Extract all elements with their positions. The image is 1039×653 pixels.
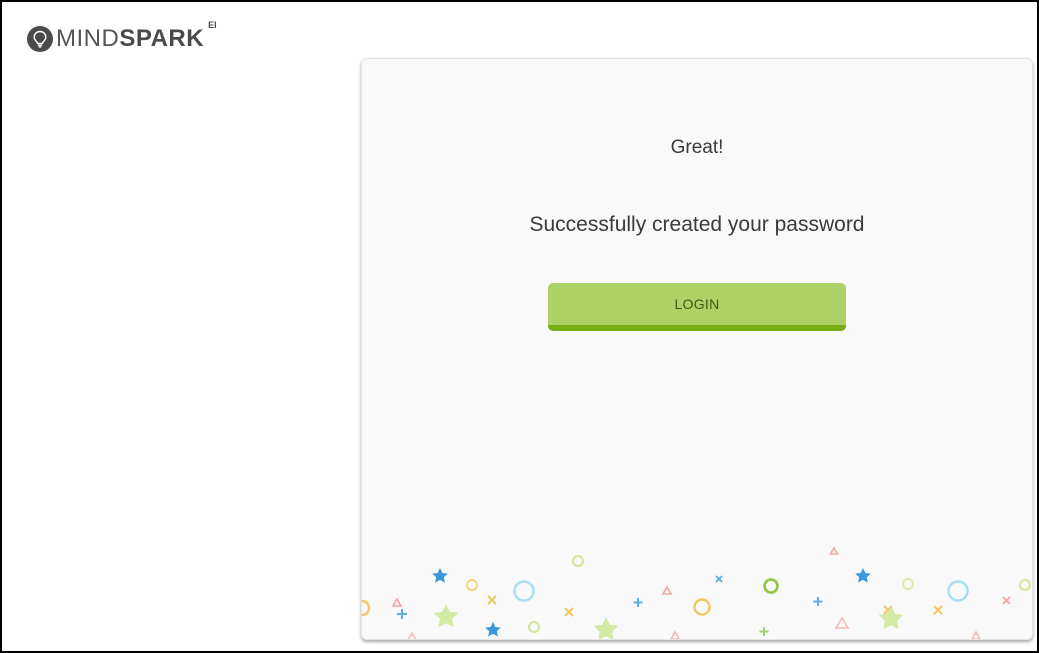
lightbulb-icon [27,26,53,52]
app-frame: MINDSPARK EI Great! Successfully created… [0,0,1039,653]
success-message: Successfully created your password [529,213,865,236]
brand-superscript: EI [208,20,217,30]
brand-name-bold: SPARK [119,25,205,52]
mindspark-logo: MINDSPARK EI [27,20,217,54]
login-button[interactable]: LOGIN [548,283,846,331]
confetti-decoration [362,546,1032,639]
brand-wordmark: MINDSPARK [56,27,204,51]
brand-name-light: MIND [56,25,120,52]
success-headline: Great! [670,137,724,158]
success-card: Great! Successfully created your passwor… [361,58,1033,640]
